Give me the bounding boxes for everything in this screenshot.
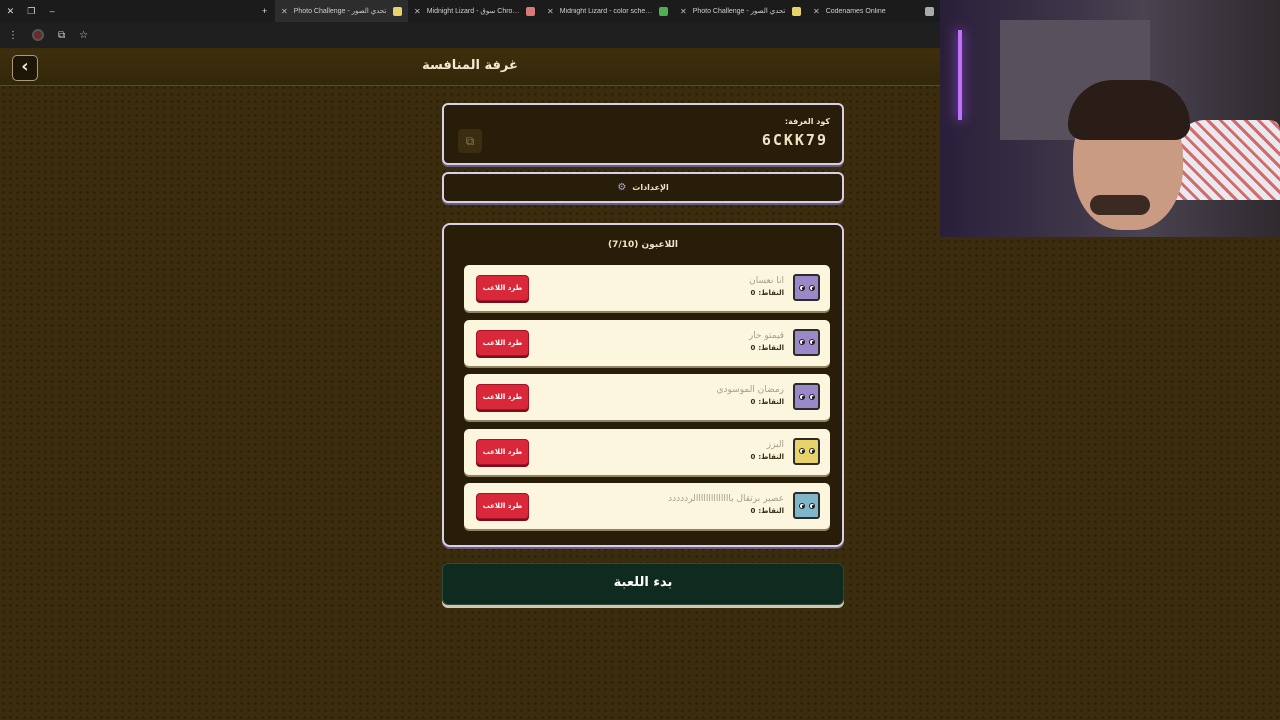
player-row: انا نعسان النقاط: 0 طرد اللاعب <box>464 265 830 311</box>
kick-player-button[interactable]: طرد اللاعب <box>476 493 529 520</box>
browser-tab[interactable]: ✕ Midnight Lizard - color schemes <box>541 0 674 22</box>
avatar-face-icon <box>798 283 815 293</box>
restore-window-icon[interactable]: ❐ <box>21 6 42 17</box>
webcam-neon-light <box>958 30 962 120</box>
player-points: النقاط: 0 <box>751 344 785 352</box>
favicon-icon <box>924 6 934 16</box>
close-tab-icon[interactable]: ✕ <box>414 7 421 16</box>
kick-player-button[interactable]: طرد اللاعب <box>476 275 529 301</box>
points-value: 0 <box>750 398 756 407</box>
tab-title: Midnight Lizard - سوق Chrome <box>426 8 520 15</box>
points-label: النقاط: <box>758 289 784 297</box>
copy-icon: ⧉ <box>465 134 475 148</box>
app-header: ‹ غرفة المنافسة <box>0 50 940 86</box>
new-tab-icon[interactable]: + <box>254 6 275 16</box>
page-title: غرفة المنافسة <box>422 58 518 73</box>
close-tab-icon[interactable]: ✕ <box>281 7 288 16</box>
bookmark-star-icon[interactable]: ☆ <box>79 30 88 41</box>
player-avatar <box>793 437 820 465</box>
player-points: النقاط: 0 <box>751 453 785 461</box>
player-row: رمضان الموسودي النقاط: 0 طرد اللاعب <box>464 374 830 421</box>
favicon-icon <box>791 6 801 16</box>
close-tab-icon[interactable]: ✕ <box>813 7 820 16</box>
player-name: البزز <box>766 439 784 450</box>
browser-tab[interactable]: ✕ Codenames Online <box>807 0 940 22</box>
settings-button[interactable]: الإعدادات ⚙ <box>442 172 844 203</box>
close-tab-icon[interactable]: ✕ <box>680 7 687 16</box>
player-avatar <box>793 328 820 356</box>
player-avatar <box>793 274 820 301</box>
favicon-icon <box>392 6 402 16</box>
points-label: النقاط: <box>758 452 784 461</box>
player-name: انا نعسان <box>749 276 784 286</box>
favicon-icon <box>658 6 668 16</box>
room-code-card: كود الغرفة: 6CKK79 ⧉ <box>442 103 844 165</box>
browser-tab[interactable]: ✕ Midnight Lizard - سوق Chrome <box>408 0 541 22</box>
start-game-button[interactable]: بدء اللعبة <box>442 563 844 605</box>
kick-player-button[interactable]: طرد اللاعب <box>476 329 529 356</box>
points-value: 0 <box>750 452 756 461</box>
tab-title: Midnight Lizard - color schemes <box>559 7 653 15</box>
browser-tab[interactable]: ✕ Photo Challenge - تحدي الصور <box>274 0 408 22</box>
players-list: انا نعسان النقاط: 0 طرد اللاعب قيمتو حار النق… <box>464 265 830 538</box>
avatar-face-icon <box>798 337 815 347</box>
player-row: البزز النقاط: 0 طرد اللاعب <box>464 428 830 475</box>
webcam-person-hair <box>1068 80 1190 140</box>
avatar-face-icon <box>798 446 815 456</box>
menu-dots-icon[interactable]: ⋮ <box>8 30 18 41</box>
player-name: رمضان الموسودي <box>716 385 784 396</box>
browser-tab-strip: ✕ ❐ – + ✕ Photo Challenge - تحدي الصور ✕ Mi… <box>0 0 940 22</box>
webcam-overlay <box>940 0 1280 237</box>
player-row: عصير برتقال باااااااااااااالرددددد النقاط… <box>464 483 830 530</box>
player-name: قيمتو حار <box>748 330 784 341</box>
points-label: النقاط: <box>758 343 784 352</box>
gear-icon: ⚙ <box>617 182 627 193</box>
minimize-window-icon[interactable]: – <box>42 6 63 16</box>
close-tab-icon[interactable]: ✕ <box>547 7 554 16</box>
points-value: 0 <box>750 289 756 297</box>
player-name: عصير برتقال باااااااااااااالرددددد <box>668 494 784 505</box>
players-heading: اللاعبون (7/10) <box>608 240 678 250</box>
player-points: النقاط: 0 <box>751 398 785 406</box>
points-value: 0 <box>750 507 756 516</box>
points-label: النقاط: <box>758 398 784 407</box>
close-window-icon[interactable]: ✕ <box>0 6 21 17</box>
tab-title: Photo Challenge - تحدي الصور <box>293 8 387 15</box>
browser-toolbar: ⋮ ⧉ ☆ <box>0 22 940 48</box>
profile-avatar[interactable] <box>32 29 44 41</box>
kick-player-button[interactable]: طرد اللاعب <box>476 384 529 411</box>
settings-label: الإعدادات <box>632 183 669 192</box>
browser-tab[interactable]: ✕ Photo Challenge - تحدي الصور <box>674 0 807 22</box>
extensions-icon[interactable]: ⧉ <box>58 30 65 41</box>
room-code-label: كود الغرفة: <box>784 117 830 126</box>
favicon-icon <box>525 6 535 16</box>
avatar-face-icon <box>798 392 815 402</box>
player-avatar <box>793 492 820 520</box>
tab-title: Photo Challenge - تحدي الصور <box>692 8 786 15</box>
avatar-face-icon <box>798 501 815 511</box>
player-avatar <box>793 383 820 411</box>
copy-code-button[interactable]: ⧉ <box>458 129 482 153</box>
player-points: النقاط: 0 <box>751 507 785 515</box>
tab-title: Codenames Online <box>825 7 886 15</box>
player-row: قيمتو حار النقاط: 0 طرد اللاعب <box>464 319 830 366</box>
webcam-person-beard <box>1090 195 1150 215</box>
points-value: 0 <box>750 343 756 352</box>
webcam-chair <box>1175 120 1280 200</box>
room-code-value: 6CKK79 <box>761 131 828 149</box>
kick-player-button[interactable]: طرد اللاعب <box>476 438 529 465</box>
players-panel: اللاعبون (7/10) انا نعسان النقاط: 0 طرد الل… <box>442 223 844 547</box>
points-label: النقاط: <box>758 507 784 516</box>
player-points: النقاط: 0 <box>751 289 785 297</box>
